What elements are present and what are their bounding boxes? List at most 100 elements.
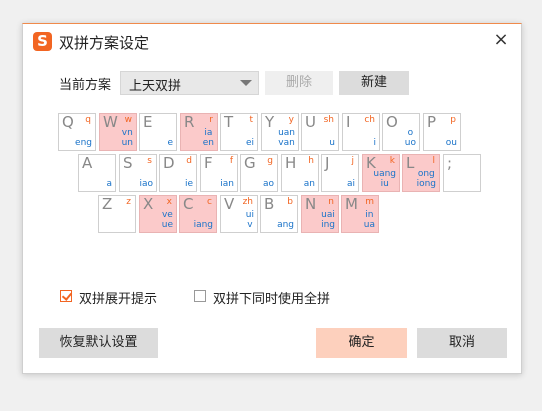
key-t[interactable]: Tt ei [220, 113, 258, 151]
key-e[interactable]: Ee [139, 113, 177, 151]
key-v[interactable]: Vzh ui v [220, 195, 258, 233]
key-finals: ian [220, 179, 234, 189]
key-final: uai [321, 210, 335, 220]
key-p[interactable]: Pp ou [423, 113, 461, 151]
key-r[interactable]: Rr ia en [180, 113, 218, 151]
key-final: ve [161, 210, 173, 220]
key-final: un [121, 138, 133, 148]
key-d[interactable]: Dd ie [159, 154, 197, 192]
key-finals: ai [347, 179, 355, 189]
key-i[interactable]: Ich i [342, 113, 380, 151]
cancel-button[interactable]: 取消 [417, 328, 507, 358]
key-y[interactable]: Yy uan van [261, 113, 299, 151]
key-k[interactable]: Kk uang iu [362, 154, 400, 192]
reset-defaults-button[interactable]: 恢复默认设置 [39, 328, 158, 358]
key-letter: Q [62, 113, 74, 131]
key-h[interactable]: Hh an [281, 154, 319, 192]
key-final: ei [245, 138, 254, 148]
key-o[interactable]: Oo uo [382, 113, 420, 151]
key-final: v [247, 220, 253, 230]
key-s[interactable]: Ss iao [119, 154, 157, 192]
key-x[interactable]: Xx ve ue [139, 195, 177, 233]
key-z[interactable]: Zz [98, 195, 136, 233]
key-finals: ong iong [417, 169, 436, 189]
key-final: e [167, 138, 173, 148]
key-u[interactable]: Ush u [301, 113, 339, 151]
full-pinyin-checkbox[interactable] [194, 290, 206, 302]
sogou-logo-icon: S [33, 32, 52, 51]
key-initial: y [288, 115, 294, 125]
key-final: ing [321, 220, 335, 230]
key-initial: ch [364, 115, 375, 125]
key-finals: uai ing [321, 210, 335, 230]
ok-button[interactable]: 确定 [316, 328, 407, 358]
key-m[interactable]: Mm in ua [341, 195, 379, 233]
key-letter: E [143, 113, 153, 131]
key-initial: c [207, 197, 212, 207]
key-initial: q [85, 115, 91, 125]
key-final: van [278, 138, 295, 148]
key-initial: f [229, 156, 233, 166]
key-final: eng [75, 138, 92, 148]
delete-button[interactable]: 删除 [265, 71, 333, 95]
key-final: u [329, 138, 335, 148]
key-initial: l [432, 156, 435, 166]
key-finals: vn un [122, 128, 133, 148]
key-final: iang [193, 220, 213, 230]
key-f[interactable]: Ff ian [200, 154, 238, 192]
key-initial: sh [323, 115, 334, 125]
key-letter: G [244, 154, 256, 172]
key-final: in [365, 210, 374, 220]
key-finals: ui v [246, 210, 254, 230]
key-final: ia [204, 128, 213, 138]
key-w[interactable]: Ww vn un [99, 113, 137, 151]
key-initial: g [267, 156, 273, 166]
scheme-select[interactable]: 上天双拼 [120, 71, 259, 95]
key-final: ian [220, 179, 234, 189]
key-j[interactable]: Jj ai [321, 154, 359, 192]
key-semicolon[interactable]: ; [443, 154, 481, 192]
key-finals: ia en [203, 128, 214, 148]
key-finals: ie [185, 179, 193, 189]
scheme-select-value: 上天双拼 [129, 79, 182, 94]
key-letter: X [143, 195, 154, 213]
key-finals: ou [446, 138, 457, 148]
key-letter: P [427, 113, 437, 131]
key-finals: ao [263, 179, 274, 189]
key-a[interactable]: Aa [78, 154, 116, 192]
key-letter: L [406, 154, 415, 172]
key-g[interactable]: Gg ao [240, 154, 278, 192]
key-final: ie [184, 179, 193, 189]
key-initial: z [126, 197, 131, 207]
key-initial: d [186, 156, 192, 166]
key-initial: zh [242, 197, 253, 207]
full-pinyin-label[interactable]: 双拼下同时使用全拼 [213, 288, 330, 307]
key-letter: O [386, 113, 398, 131]
key-finals: ang [277, 220, 294, 230]
key-c[interactable]: Cc iang [179, 195, 217, 233]
key-letter: Y [265, 113, 275, 131]
key-finals: a [106, 179, 112, 189]
key-letter: V [224, 195, 235, 213]
dialog-title: 双拼方案设定 [59, 34, 150, 52]
key-final: ua [363, 220, 375, 230]
key-final: uo [404, 138, 416, 148]
key-finals: uan van [278, 128, 295, 148]
chevron-down-icon [240, 80, 252, 86]
key-initial: j [351, 156, 354, 166]
show-hint-label[interactable]: 双拼展开提示 [79, 288, 157, 307]
key-finals: an [304, 179, 315, 189]
key-q[interactable]: Qq eng [58, 113, 96, 151]
key-initial: n [328, 197, 334, 207]
key-letter: U [305, 113, 316, 131]
key-l[interactable]: Ll ong iong [402, 154, 440, 192]
new-button[interactable]: 新建 [339, 71, 409, 95]
key-letter: T [224, 113, 234, 131]
close-icon[interactable]: × [491, 30, 511, 50]
key-letter: S [123, 154, 133, 172]
key-b[interactable]: Bb ang [260, 195, 298, 233]
show-hint-checkbox[interactable] [60, 290, 72, 302]
key-initial: s [147, 156, 152, 166]
key-n[interactable]: Nn uai ing [301, 195, 339, 233]
key-initial: h [308, 156, 314, 166]
